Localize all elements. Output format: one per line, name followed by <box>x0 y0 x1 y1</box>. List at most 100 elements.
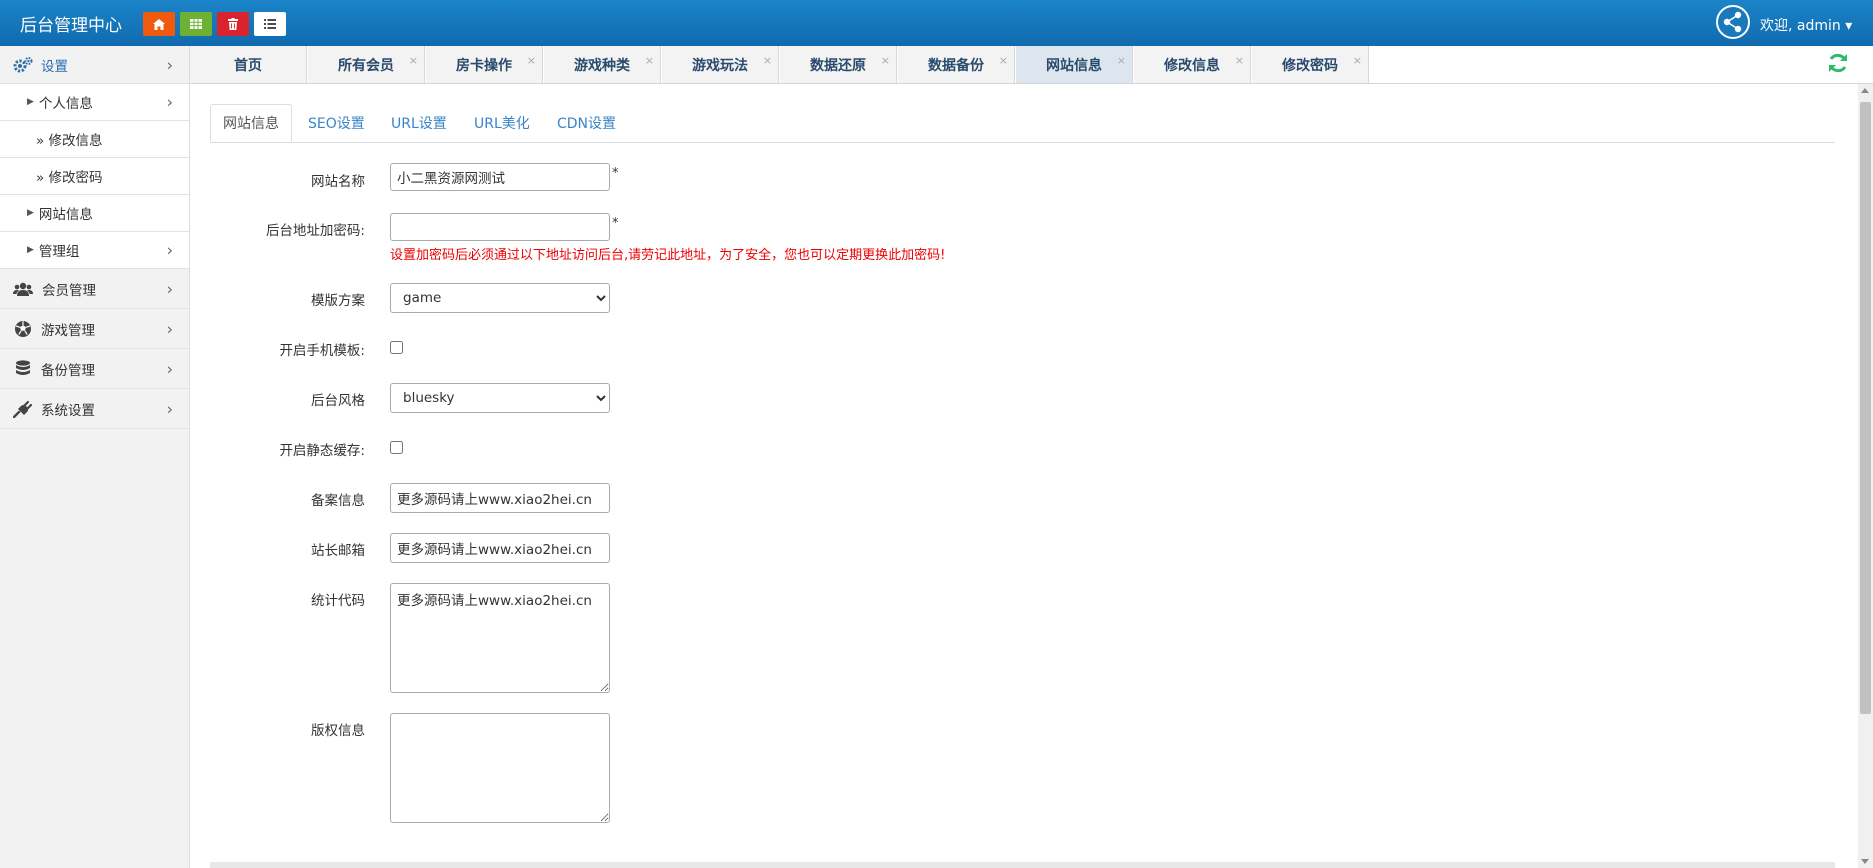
scroll-down-arrow[interactable] <box>1861 859 1869 864</box>
template-label: 模版方案 <box>311 293 365 309</box>
database-icon <box>16 359 30 375</box>
sidebar-item-change-password[interactable]: » 修改密码 <box>0 158 189 195</box>
copyright-textarea[interactable] <box>390 713 610 823</box>
icp-label: 备案信息 <box>311 493 365 509</box>
sidebar-item-label: 设置 <box>41 58 68 75</box>
sidebar-item-members[interactable]: 会员管理 › <box>0 269 189 309</box>
main-content: 网站信息 SEO设置 URL设置 URL美化 CDN设置 网站名称 * 后台地址… <box>190 84 1855 868</box>
sidebar-item-admin-group[interactable]: ▶ 管理组 › <box>0 232 189 269</box>
sidebar-item-site-info[interactable]: ▶ 网站信息 <box>0 195 189 232</box>
stats-code-textarea[interactable]: 更多源码请上www.xiao2hei.cn <box>390 583 610 693</box>
tab-room-cards[interactable]: 房卡操作 × <box>426 46 543 83</box>
page-tabs: 首页 所有会员 × 房卡操作 × 游戏种类 × 游戏玩法 × 数据还原 × 数据备份 × 网… <box>190 46 1873 84</box>
tab-close-icon[interactable]: × <box>1117 54 1126 67</box>
grid-icon <box>190 19 202 29</box>
tab-all-members[interactable]: 所有会员 × <box>308 46 425 83</box>
tab-data-backup[interactable]: 数据备份 × <box>898 46 1015 83</box>
sidebar-item-system-settings[interactable]: 系统设置 › <box>0 389 189 429</box>
sidebar-item-settings[interactable]: 设置 › <box>0 46 189 84</box>
chevron-right-icon: › <box>166 55 173 74</box>
list-button[interactable] <box>254 12 286 36</box>
subtab-url-beautify[interactable]: URL美化 <box>474 104 530 142</box>
tab-label: 数据还原 <box>810 57 866 74</box>
chevron-right-icon: › <box>166 240 173 260</box>
tab-close-icon[interactable]: × <box>527 54 536 67</box>
sidebar-item-edit-info[interactable]: » 修改信息 <box>0 121 189 158</box>
sidebar-item-label: » 修改信息 <box>36 133 103 149</box>
icp-input[interactable] <box>390 483 610 513</box>
copyright-label: 版权信息 <box>311 723 365 739</box>
tab-close-icon[interactable]: × <box>1235 54 1244 67</box>
caret-right-icon: ▶ <box>27 245 34 255</box>
tab-close-icon[interactable]: × <box>999 54 1008 67</box>
tab-close-icon[interactable]: × <box>1353 54 1362 67</box>
top-header: 后台管理中心 欢迎, admin ▾ <box>0 0 1873 46</box>
sidebar-item-label: 会员管理 <box>42 282 96 299</box>
gears-icon <box>13 56 33 72</box>
sidebar-item-label: 管理组 <box>38 244 80 260</box>
admin-password-input[interactable] <box>390 213 610 241</box>
trash-button[interactable] <box>217 12 249 36</box>
sidebar-item-backups[interactable]: 备份管理 › <box>0 349 189 389</box>
share-icon <box>1723 11 1742 33</box>
tab-game-types[interactable]: 游戏种类 × <box>544 46 661 83</box>
tab-label: 所有会员 <box>338 57 394 74</box>
tab-close-icon[interactable]: × <box>645 54 654 67</box>
site-name-input[interactable] <box>390 163 610 191</box>
static-cache-checkbox[interactable] <box>390 441 403 454</box>
tab-close-icon[interactable]: × <box>763 54 772 67</box>
tab-game-play[interactable]: 游戏玩法 × <box>662 46 779 83</box>
mobile-template-checkbox[interactable] <box>390 341 403 354</box>
tab-home[interactable]: 首页 <box>190 46 307 83</box>
sidebar-item-games[interactable]: 游戏管理 › <box>0 309 189 349</box>
home-icon <box>153 18 165 30</box>
tab-label: 房卡操作 <box>456 57 512 74</box>
subtab-cdn[interactable]: CDN设置 <box>557 104 616 142</box>
mobile-template-label: 开启手机模板: <box>279 343 365 359</box>
required-mark: * <box>612 166 619 181</box>
subtab-url[interactable]: URL设置 <box>391 104 447 142</box>
admin-password-label: 后台地址加密码: <box>265 223 365 239</box>
soccer-icon <box>15 320 31 337</box>
users-icon <box>13 282 33 296</box>
sidebar: 设置 › ▶ 个人信息 › » 修改信息 » 修改密码 ▶ 网站信息 ▶ 管理组… <box>0 46 190 868</box>
page-scrollbar[interactable] <box>1858 84 1873 868</box>
tab-label: 修改信息 <box>1164 57 1220 74</box>
home-button[interactable] <box>143 12 175 36</box>
chevron-right-icon: › <box>166 399 173 418</box>
tab-edit-info[interactable]: 修改信息 × <box>1134 46 1251 83</box>
form-footer-divider <box>210 862 1835 868</box>
tab-label: 游戏玩法 <box>692 57 748 74</box>
chevron-right-icon: › <box>166 359 173 378</box>
chevron-right-icon: › <box>166 279 173 298</box>
tab-change-password[interactable]: 修改密码 × <box>1252 46 1369 83</box>
admin-style-select[interactable]: bluesky <box>390 383 610 413</box>
scroll-up-arrow[interactable] <box>1861 88 1869 93</box>
tab-close-icon[interactable]: × <box>409 54 418 67</box>
brand-title: 后台管理中心 <box>20 16 122 36</box>
settings-subtabs: 网站信息 SEO设置 URL设置 URL美化 CDN设置 <box>210 104 1835 143</box>
subtab-seo[interactable]: SEO设置 <box>308 104 365 142</box>
user-menu[interactable]: 欢迎, admin ▾ <box>1760 15 1852 35</box>
chevron-right-icon: › <box>166 319 173 338</box>
grid-button[interactable] <box>180 12 212 36</box>
plug-icon <box>13 400 33 418</box>
subtab-site-info[interactable]: 网站信息 <box>210 104 292 142</box>
tab-label: 数据备份 <box>928 57 984 74</box>
caret-right-icon: ▶ <box>27 208 34 218</box>
tab-label: 网站信息 <box>1046 57 1102 74</box>
tab-label: 游戏种类 <box>574 57 630 74</box>
sidebar-item-profile[interactable]: ▶ 个人信息 › <box>0 84 189 121</box>
admin-style-label: 后台风格 <box>311 393 365 409</box>
tab-data-restore[interactable]: 数据还原 × <box>780 46 897 83</box>
scroll-thumb[interactable] <box>1860 102 1871 714</box>
trash-icon <box>228 18 238 30</box>
email-label: 站长邮箱 <box>311 543 365 559</box>
tab-close-icon[interactable]: × <box>881 54 890 67</box>
email-input[interactable] <box>390 533 610 563</box>
template-select[interactable]: game <box>390 283 610 313</box>
tab-site-info[interactable]: 网站信息 × <box>1016 46 1133 83</box>
refresh-icon[interactable] <box>1827 52 1849 74</box>
caret-right-icon: ▶ <box>27 97 34 107</box>
user-avatar[interactable] <box>1716 5 1750 39</box>
